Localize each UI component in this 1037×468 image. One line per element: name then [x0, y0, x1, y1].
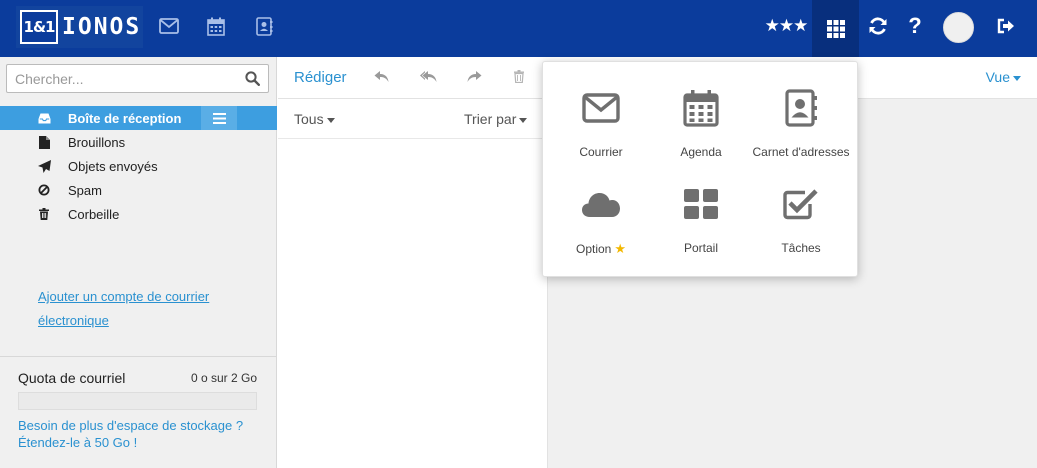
- folder-menu-button[interactable]: [201, 106, 237, 130]
- apps-grid-icon: [826, 19, 845, 38]
- app-label: Agenda: [680, 145, 722, 159]
- mail-app-icon: [551, 84, 651, 132]
- folder-sent[interactable]: Objets envoyés: [0, 154, 277, 178]
- user-avatar[interactable]: [943, 12, 974, 43]
- logo-wordmark: IONOS: [62, 14, 142, 40]
- upgrade-line-1: Besoin de plus d'espace de stockage ?: [18, 418, 244, 433]
- folder-drafts[interactable]: Brouillons: [0, 130, 277, 154]
- help-icon[interactable]: ?: [903, 13, 927, 38]
- folder-trash[interactable]: Corbeille: [0, 202, 277, 226]
- app-carnet-adresses[interactable]: Carnet d'adresses: [751, 84, 851, 161]
- sent-icon: [37, 159, 51, 173]
- hamburger-icon: [212, 112, 226, 124]
- app-portail[interactable]: Portail: [651, 180, 751, 257]
- address-book-app-icon: [751, 84, 851, 132]
- upgrade-line-2: Étendez-le à 50 Go !: [18, 435, 138, 450]
- folder-label: Spam: [68, 182, 102, 198]
- app-label: Carnet d'adresses: [752, 145, 850, 159]
- trash-icon: [37, 207, 51, 221]
- forward-icon[interactable]: [466, 70, 482, 86]
- quota-title: Quota de courriel: [18, 370, 126, 386]
- sort-dropdown[interactable]: Trier par: [464, 111, 528, 127]
- filter-label: Tous: [294, 111, 324, 127]
- folder-label: Corbeille: [68, 206, 120, 222]
- spam-icon: [37, 183, 51, 197]
- logo-mark: 1&1: [20, 10, 58, 44]
- quota-value: 0 o sur 2 Go: [190, 371, 257, 385]
- app-taches[interactable]: Tâches: [751, 180, 851, 257]
- folder-sidebar: Boîte de réception Brouillons Objets env…: [0, 57, 277, 468]
- app-label-wrap: Option ★: [551, 240, 651, 258]
- apps-grid-button[interactable]: [812, 0, 859, 57]
- folder-spam[interactable]: Spam: [0, 178, 277, 202]
- compose-button[interactable]: Rédiger: [294, 69, 347, 86]
- app-launcher-panel: Courrier Agenda Carnet d'adresses Option…: [542, 61, 858, 277]
- mail-quota-section: Quota de courriel 0 o sur 2 Go Besoin de…: [0, 356, 277, 468]
- search-box: [6, 64, 269, 93]
- quota-progress-bar: [18, 392, 257, 410]
- logout-icon[interactable]: [994, 14, 1018, 38]
- envelope-icon[interactable]: [157, 14, 181, 38]
- folder-label: Boîte de réception: [68, 110, 182, 126]
- app-label: Tâches: [781, 241, 821, 255]
- app-agenda[interactable]: Agenda: [651, 84, 751, 161]
- app-option[interactable]: Option ★: [551, 180, 651, 258]
- calendar-icon[interactable]: [204, 14, 228, 38]
- ionos-logo[interactable]: 1&1 IONOS: [16, 6, 143, 48]
- draft-icon: [37, 135, 51, 149]
- reply-all-icon[interactable]: [420, 70, 438, 86]
- app-courrier[interactable]: Courrier: [551, 84, 651, 161]
- folder-label: Objets envoyés: [68, 158, 158, 174]
- contacts-icon[interactable]: [252, 14, 276, 38]
- storage-upgrade-link[interactable]: Besoin de plus d'espace de stockage ? Ét…: [18, 417, 268, 451]
- chevron-down-icon: [326, 117, 335, 123]
- app-label: Courrier: [579, 145, 623, 159]
- message-list-pane: Tous Trier par: [278, 99, 548, 468]
- tasks-app-icon: [751, 180, 851, 228]
- cloud-app-icon: [551, 180, 651, 228]
- reply-icon[interactable]: [374, 70, 390, 86]
- filter-dropdown[interactable]: Tous: [294, 111, 335, 127]
- sort-label: Trier par: [464, 111, 517, 127]
- chevron-down-icon: [1013, 75, 1021, 81]
- refresh-icon[interactable]: [866, 14, 890, 38]
- portal-app-icon: [651, 180, 751, 228]
- view-menu-button[interactable]: Vue: [986, 69, 1021, 85]
- app-label: Portail: [683, 241, 718, 255]
- chevron-down-icon: [519, 117, 528, 123]
- add-email-account-link[interactable]: Ajouter un compte de courrier électroniq…: [38, 285, 258, 333]
- app-label: Option: [575, 242, 612, 256]
- search-input[interactable]: [7, 65, 227, 92]
- folder-label: Brouillons: [68, 134, 126, 150]
- delete-icon[interactable]: [514, 70, 524, 86]
- top-navigation-bar: 1&1 IONOS ★★★ ?: [0, 0, 1037, 57]
- search-icon[interactable]: [245, 71, 260, 89]
- calendar-app-icon: [651, 84, 751, 132]
- star-icon: ★: [614, 241, 626, 256]
- view-label: Vue: [985, 69, 1010, 85]
- inbox-icon: [37, 111, 51, 125]
- star-rating-icon[interactable]: ★★★: [763, 14, 809, 38]
- folder-inbox[interactable]: Boîte de réception: [0, 106, 277, 130]
- folder-list: Boîte de réception Brouillons Objets env…: [0, 106, 277, 226]
- list-filter-bar: Tous Trier par: [278, 99, 548, 139]
